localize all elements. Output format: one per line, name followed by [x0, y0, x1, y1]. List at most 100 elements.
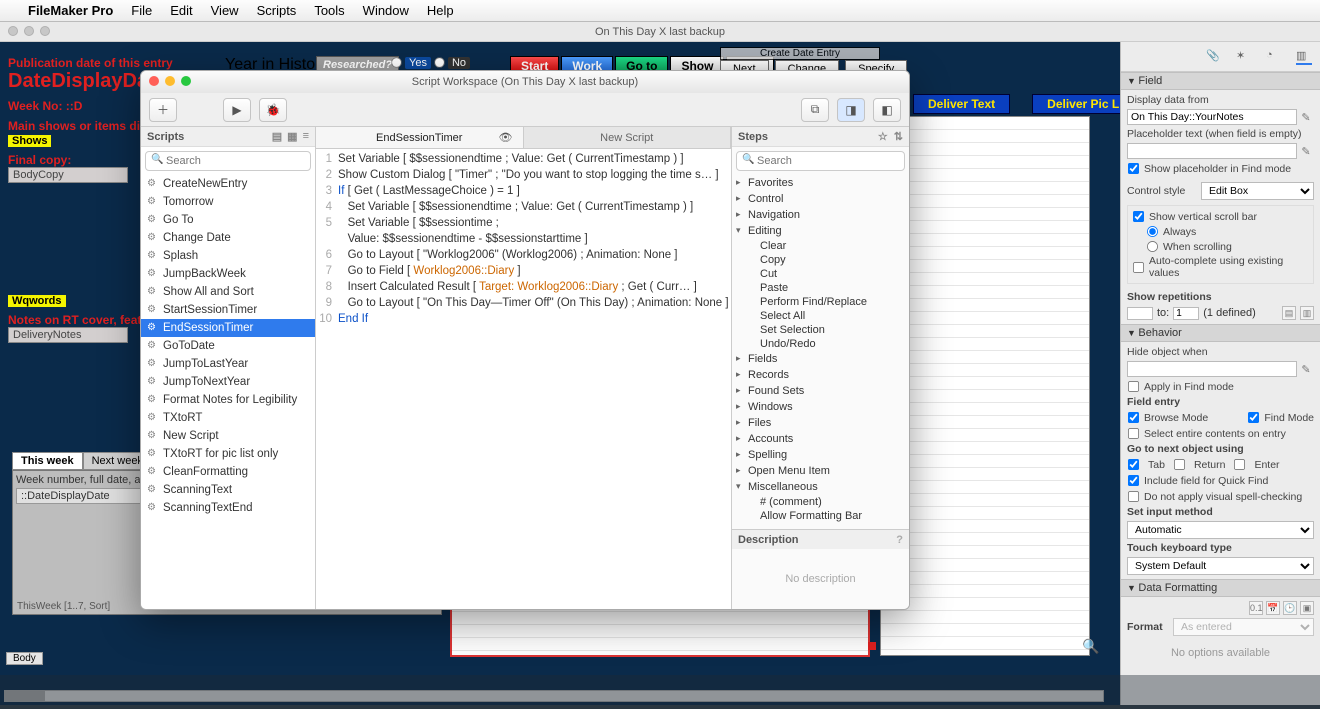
- hide-input[interactable]: [1127, 361, 1297, 377]
- tab-checkbox[interactable]: [1128, 459, 1139, 470]
- yes-radio[interactable]: [391, 57, 401, 67]
- zoom-icon[interactable]: [181, 76, 191, 86]
- left-panel-toggle[interactable]: ◨: [837, 98, 865, 122]
- script-item[interactable]: ScanningTextEnd: [141, 499, 315, 517]
- script-item[interactable]: Change Date: [141, 229, 315, 247]
- zoom-icon[interactable]: [40, 26, 50, 36]
- pencil-icon[interactable]: ✎: [1301, 363, 1314, 376]
- magnifier-icon[interactable]: 🔍: [1082, 638, 1099, 655]
- code-line[interactable]: 8 Insert Calculated Result [ Target: Wor…: [316, 279, 731, 295]
- autocomplete-checkbox[interactable]: [1133, 261, 1144, 272]
- code-line[interactable]: 2Show Custom Dialog [ "Timer" ; "Do you …: [316, 167, 731, 183]
- code-area[interactable]: 1Set Variable [ $$sessionendtime ; Value…: [316, 149, 731, 609]
- show-ph-find-checkbox[interactable]: [1128, 163, 1139, 174]
- pencil-icon[interactable]: ✎: [1301, 111, 1314, 124]
- script-item[interactable]: GoToDate: [141, 337, 315, 355]
- script-workspace-window[interactable]: Script Workspace (On This Day X last bac…: [140, 70, 910, 610]
- vscroll-checkbox[interactable]: [1133, 211, 1144, 222]
- script-item[interactable]: StartSessionTimer: [141, 301, 315, 319]
- mac-menubar[interactable]: FileMaker Pro File Edit View Scripts Too…: [0, 0, 1320, 22]
- script-item[interactable]: CreateNewEntry: [141, 175, 315, 193]
- script-item[interactable]: JumpBackWeek: [141, 265, 315, 283]
- select-entire-checkbox[interactable]: [1128, 428, 1139, 439]
- resize-handle-icon[interactable]: [868, 642, 876, 650]
- step-item[interactable]: Paste: [732, 281, 909, 295]
- window-controls[interactable]: [8, 26, 50, 36]
- control-style-select[interactable]: Edit Box: [1201, 182, 1314, 200]
- notes-textarea[interactable]: [880, 116, 1090, 656]
- step-category[interactable]: Files: [732, 415, 909, 431]
- menu-file[interactable]: File: [131, 3, 152, 18]
- code-line[interactable]: 1Set Variable [ $$sessionendtime ; Value…: [316, 151, 731, 167]
- step-category[interactable]: Editing: [732, 223, 909, 239]
- script-item[interactable]: ScanningText: [141, 481, 315, 499]
- pencil-icon[interactable]: ✎: [1301, 145, 1314, 158]
- debug-button[interactable]: 🐞: [259, 98, 287, 122]
- touch-kb-select[interactable]: System Default: [1127, 557, 1314, 575]
- position-tab-icon[interactable]: 📎: [1206, 49, 1222, 65]
- step-item[interactable]: Allow Formatting Bar: [732, 509, 909, 523]
- code-line[interactable]: Value: $$sessionendtime - $$sessionstart…: [316, 231, 731, 247]
- script-item[interactable]: TXtoRT: [141, 409, 315, 427]
- menu-help[interactable]: Help: [427, 3, 454, 18]
- script-item[interactable]: Splash: [141, 247, 315, 265]
- browse-mode-checkbox[interactable]: [1128, 412, 1139, 423]
- menu-tools[interactable]: Tools: [314, 3, 344, 18]
- code-line[interactable]: 5 Set Variable [ $$sessiontime ;: [316, 215, 731, 231]
- script-item[interactable]: Format Notes for Legibility: [141, 391, 315, 409]
- reps-horizontal-icon[interactable]: ▥: [1300, 306, 1314, 320]
- fmt-number-icon[interactable]: 0.1: [1249, 601, 1263, 615]
- scripts-menu-icon[interactable]: ▤: [272, 130, 282, 143]
- display-from-input[interactable]: [1127, 109, 1297, 125]
- code-line[interactable]: 3If [ Get ( LastMessageChoice ) = 1 ]: [316, 183, 731, 199]
- code-line[interactable]: 10End If: [316, 311, 731, 327]
- fmt-graphic-icon[interactable]: ▣: [1300, 601, 1314, 615]
- tab-this-week[interactable]: This week: [12, 452, 83, 470]
- step-item[interactable]: Select All: [732, 309, 909, 323]
- steps-tree[interactable]: FavoritesControlNavigationEditingClearCo…: [732, 175, 909, 529]
- code-line[interactable]: 4 Set Variable [ $$sessionendtime ; Valu…: [316, 199, 731, 215]
- enter-checkbox[interactable]: [1234, 459, 1245, 470]
- when-scroll-radio[interactable]: [1147, 241, 1158, 252]
- portal-cell-1[interactable]: ::DateDisplayDate: [16, 488, 149, 504]
- script-item[interactable]: TXtoRT for pic list only: [141, 445, 315, 463]
- appearance-tab-icon[interactable]: ◔: [1266, 49, 1282, 65]
- apply-find-checkbox[interactable]: [1128, 381, 1139, 392]
- close-icon[interactable]: [8, 26, 18, 36]
- input-method-select[interactable]: Automatic: [1127, 521, 1314, 539]
- scripts-folder-icon[interactable]: ▦: [287, 130, 297, 143]
- reps-from-input[interactable]: [1127, 307, 1153, 320]
- script-item[interactable]: CleanFormatting: [141, 463, 315, 481]
- new-script-button[interactable]: ＋: [149, 98, 177, 122]
- step-item[interactable]: Set Selection: [732, 323, 909, 337]
- placeholder-input[interactable]: [1127, 143, 1297, 159]
- step-category[interactable]: Control: [732, 191, 909, 207]
- code-line[interactable]: 9 Go to Layout [ "On This Day—Timer Off"…: [316, 295, 731, 311]
- code-line[interactable]: 6 Go to Layout [ "Worklog2006" (Worklog2…: [316, 247, 731, 263]
- step-category[interactable]: Fields: [732, 351, 909, 367]
- always-radio[interactable]: [1147, 226, 1158, 237]
- step-item[interactable]: Perform Find/Replace: [732, 295, 909, 309]
- data-tab-icon[interactable]: ▥: [1296, 49, 1312, 65]
- field-section-header[interactable]: Field: [1121, 72, 1320, 90]
- shows-chip[interactable]: Shows: [8, 135, 51, 147]
- step-category[interactable]: Windows: [732, 399, 909, 415]
- step-category[interactable]: Accounts: [732, 431, 909, 447]
- sort-icon[interactable]: ⇅: [894, 130, 903, 143]
- data-format-section-header[interactable]: Data Formatting: [1121, 579, 1320, 597]
- script-item[interactable]: New Script: [141, 427, 315, 445]
- script-item[interactable]: JumpToLastYear: [141, 355, 315, 373]
- step-item[interactable]: Copy: [732, 253, 909, 267]
- script-item[interactable]: EndSessionTimer: [141, 319, 315, 337]
- help-icon[interactable]: ?: [896, 534, 903, 546]
- right-panel-toggle[interactable]: ◧: [873, 98, 901, 122]
- fmt-date-icon[interactable]: 📅: [1266, 601, 1280, 615]
- scripts-list[interactable]: CreateNewEntryTomorrowGo ToChange DateSp…: [141, 175, 315, 609]
- fmt-time-icon[interactable]: 🕒: [1283, 601, 1297, 615]
- minimize-icon[interactable]: [165, 76, 175, 86]
- inspector-tabs[interactable]: 📎 ✶ ◔ ▥: [1121, 42, 1320, 72]
- step-item[interactable]: # (comment): [732, 495, 909, 509]
- no-spell-checkbox[interactable]: [1128, 491, 1139, 502]
- code-line[interactable]: 7 Go to Field [ Worklog2006::Diary ]: [316, 263, 731, 279]
- minimize-icon[interactable]: [24, 26, 34, 36]
